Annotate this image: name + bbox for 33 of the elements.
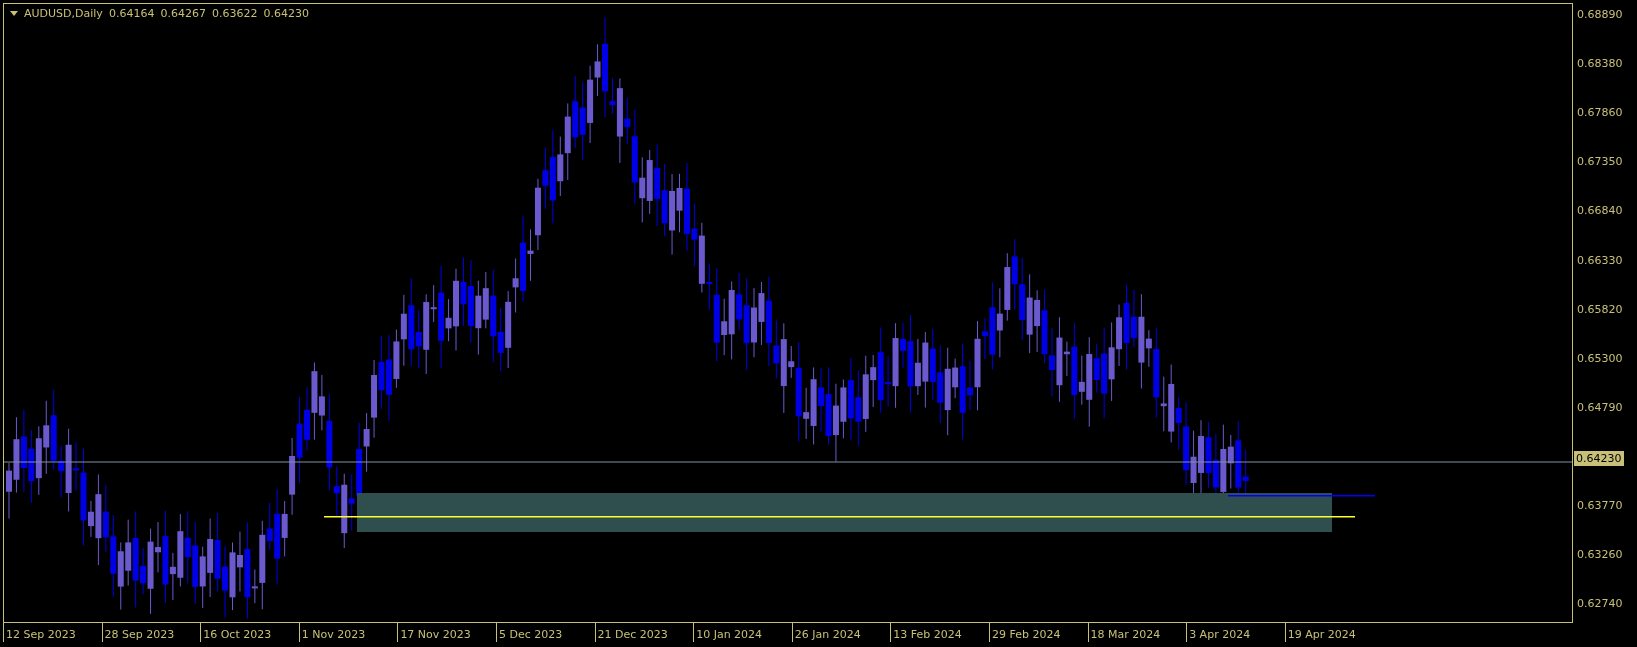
date-label: 21 Dec 2023 [594,623,694,642]
date-label: 28 Sep 2023 [101,623,201,642]
price-label: 0.67350 [1577,155,1623,169]
price-label: 0.68380 [1577,57,1623,71]
price-label: 0.65820 [1577,302,1623,316]
current-price-marker: 0.64230 [1574,451,1624,466]
date-label: 16 Oct 2023 [200,623,299,642]
date-label: 3 Apr 2024 [1186,623,1285,642]
date-label: 26 Jan 2024 [791,623,891,642]
date-label: 29 Feb 2024 [988,623,1088,642]
date-label: 19 Apr 2024 [1284,623,1384,642]
date-label: 5 Dec 2023 [495,623,595,642]
price-label: 0.62740 [1577,597,1623,611]
price-label: 0.67860 [1577,106,1623,120]
date-label: 17 Nov 2023 [397,623,496,642]
ohlc-value: 0.63622 [211,7,258,20]
price-label: 0.63260 [1577,548,1623,562]
dropdown-triangle-icon[interactable] [10,11,18,16]
symbol-label: AUDUSD,Daily [24,7,103,20]
date-label: 10 Jan 2024 [693,623,792,642]
date-label: 18 Mar 2024 [1087,623,1187,642]
date-label: 1 Nov 2023 [298,623,398,642]
ohlc-value: 0.64230 [263,7,309,20]
price-label: 0.66330 [1577,253,1623,267]
price-label: 0.66840 [1577,204,1623,218]
date-label: 12 Sep 2023 [3,623,102,642]
price-label: 0.63770 [1577,499,1623,512]
date-label: 13 Feb 2024 [890,623,989,642]
ohlc-value: 0.64267 [160,7,206,20]
price-label: 0.68890 [1577,8,1623,21]
price-label: 0.65300 [1577,351,1623,365]
ohlc-value: 0.64164 [108,7,155,20]
price-label: 0.64790 [1577,400,1623,414]
